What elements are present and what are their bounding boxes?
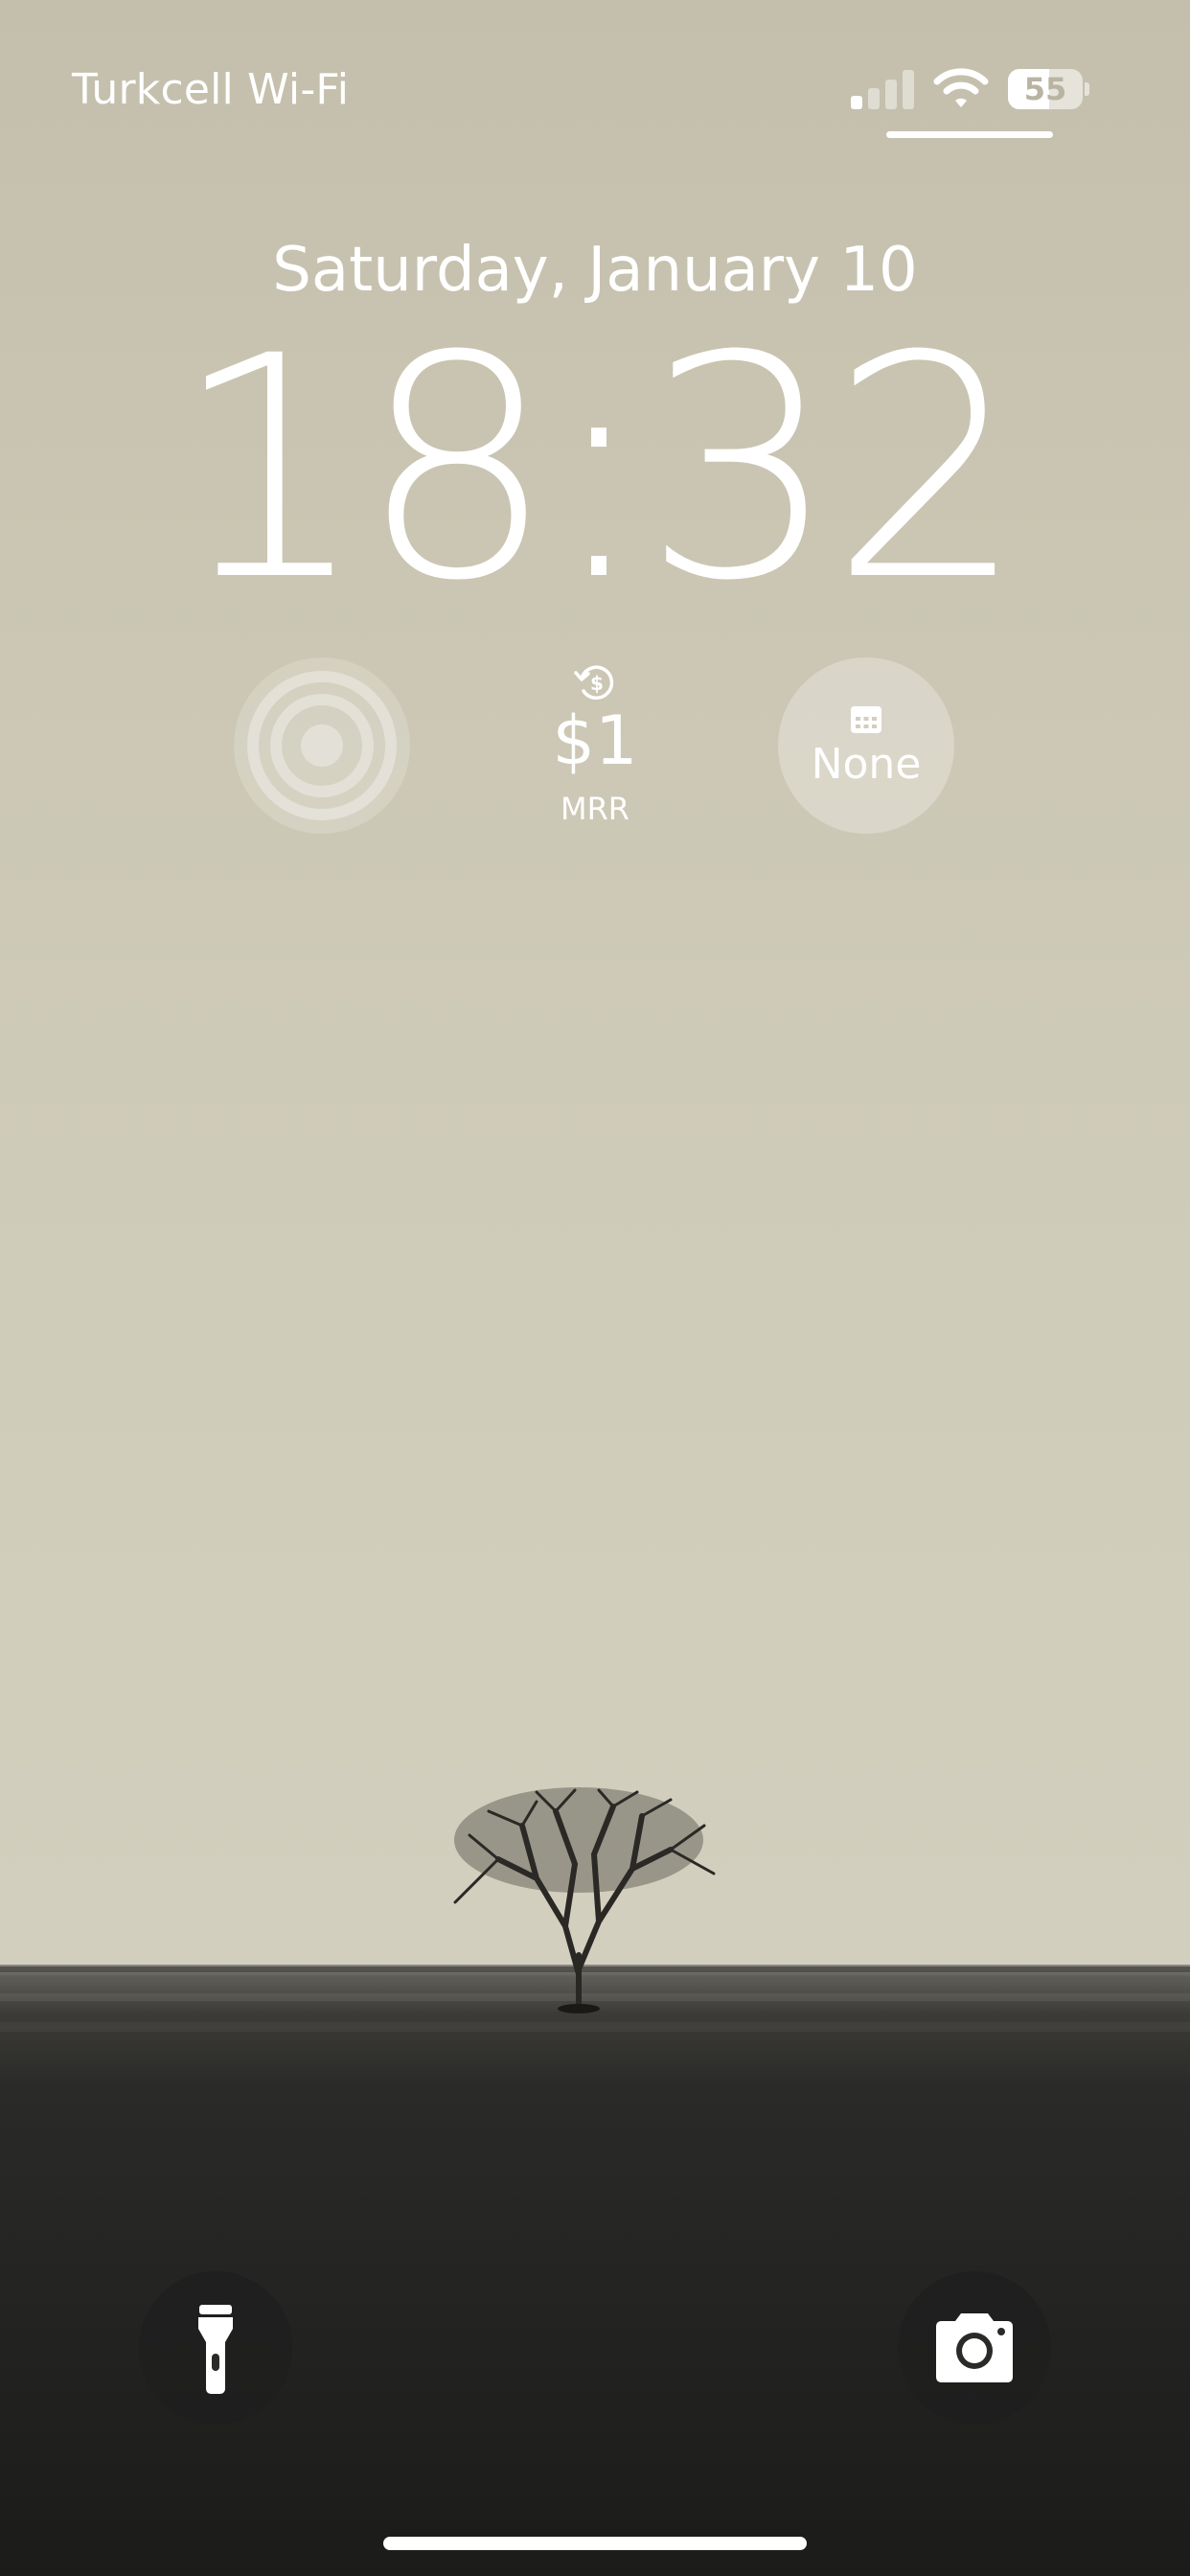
mrr-widget[interactable]: $ $1 MRR	[499, 657, 691, 834]
battery-percent: 55	[1023, 71, 1067, 107]
dollar-refresh-icon: $	[574, 665, 614, 701]
cellular-signal-icon	[851, 70, 914, 109]
camera-icon	[936, 2313, 1013, 2382]
calendar-widget[interactable]: None	[778, 657, 954, 834]
status-indicator-bar	[886, 131, 1053, 138]
battery-indicator: 55	[1008, 69, 1090, 109]
activity-rings-icon	[247, 671, 397, 820]
flashlight-icon	[198, 2305, 233, 2394]
status-icons: 55	[851, 67, 1090, 111]
mrr-label: MRR	[560, 791, 630, 827]
calendar-icon	[851, 706, 881, 733]
wifi-icon	[933, 68, 989, 107]
battery-body: 55	[1008, 69, 1083, 109]
svg-text:$: $	[590, 672, 604, 695]
battery-tip	[1085, 82, 1089, 96]
camera-button[interactable]	[898, 2271, 1051, 2425]
home-indicator[interactable]	[383, 2537, 807, 2550]
carrier-label: Turkcell Wi-Fi	[72, 65, 350, 114]
lock-screen-time: 18:32	[172, 291, 1025, 648]
mrr-value: $1	[552, 702, 638, 780]
flashlight-button[interactable]	[139, 2271, 292, 2425]
activity-rings-widget[interactable]	[234, 657, 410, 834]
calendar-label: None	[811, 740, 922, 789]
